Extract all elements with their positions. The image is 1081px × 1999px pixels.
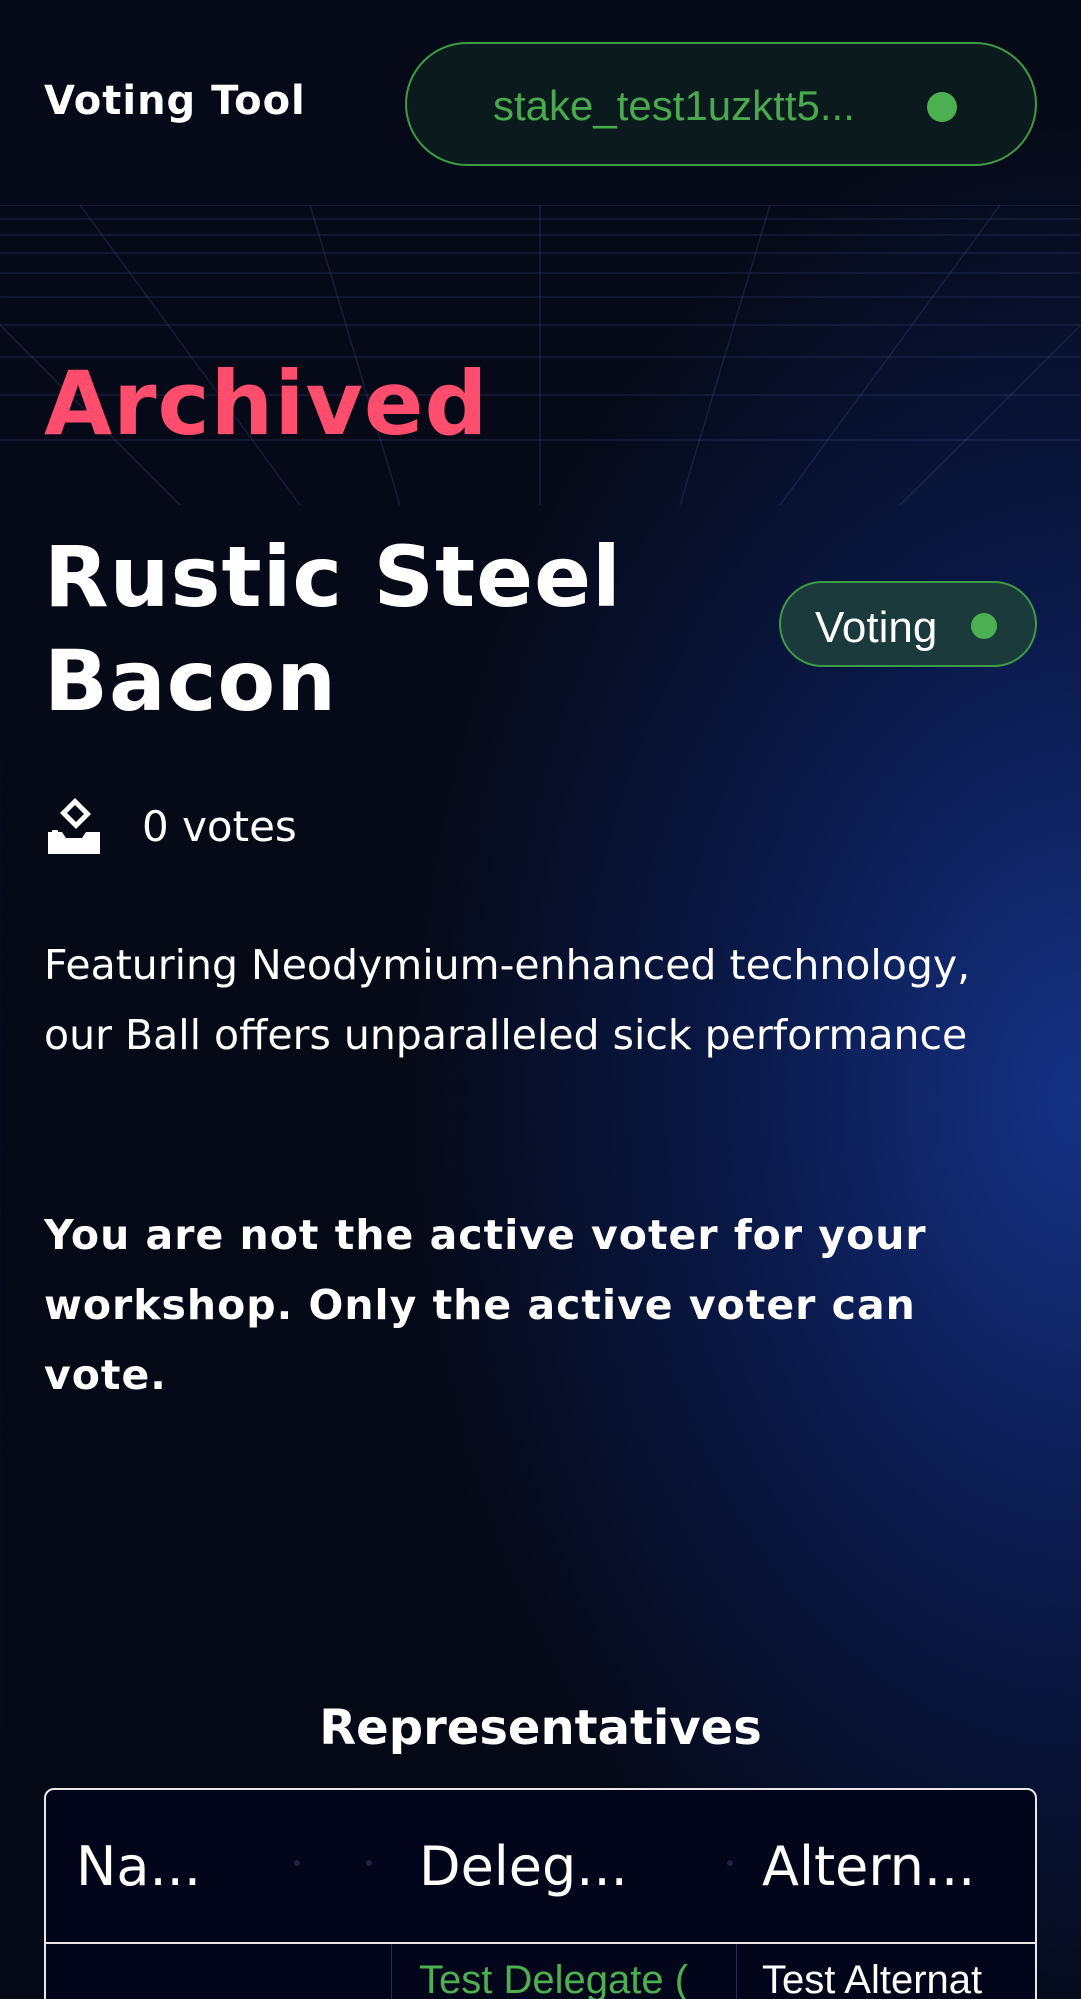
top-bar: Voting Tool stake_test1uzktt5... bbox=[0, 0, 1081, 205]
inactive-voter-notice: You are not the active voter for your wo… bbox=[44, 1211, 927, 1399]
voting-status-dot bbox=[971, 613, 997, 639]
table-cell-alternate: Test Alternat bbox=[762, 1958, 983, 1999]
column-header-delegate[interactable]: Deleg... bbox=[419, 1790, 739, 1942]
proposal-status-heading: Archived bbox=[44, 352, 489, 455]
sort-indicator bbox=[294, 1860, 300, 1866]
sort-indicator bbox=[366, 1860, 372, 1866]
ballot-box-icon bbox=[48, 798, 100, 854]
wallet-address: stake_test1uzktt5... bbox=[493, 82, 855, 129]
column-header-alternate[interactable]: Altern... bbox=[762, 1790, 1035, 1942]
votes-count: 0 votes bbox=[142, 801, 297, 851]
votes-count-row: 0 votes bbox=[44, 796, 297, 856]
proposal-title: Rustic Steel Bacon bbox=[44, 528, 622, 730]
column-divider bbox=[391, 1944, 392, 1999]
representatives-table: Na... Deleg... Altern... Test Delegate (… bbox=[44, 1788, 1037, 1999]
column-divider bbox=[736, 1944, 737, 1999]
voting-status-badge: Voting bbox=[779, 581, 1037, 667]
delegate-link[interactable]: Test Delegate ( bbox=[419, 1958, 729, 1999]
app-title: Voting Tool bbox=[44, 78, 306, 124]
wallet-connect-button[interactable]: stake_test1uzktt5... bbox=[405, 42, 1037, 166]
sort-indicator bbox=[727, 1860, 733, 1866]
voting-badge-label: Voting bbox=[815, 603, 938, 652]
representatives-title: Representatives bbox=[319, 1700, 762, 1756]
proposal-description: Featuring Neodymium-enhanced technology,… bbox=[44, 941, 971, 1059]
column-header-name[interactable]: Na... bbox=[76, 1790, 376, 1942]
table-header-divider bbox=[46, 1942, 1035, 1944]
connected-status-dot bbox=[927, 92, 957, 122]
